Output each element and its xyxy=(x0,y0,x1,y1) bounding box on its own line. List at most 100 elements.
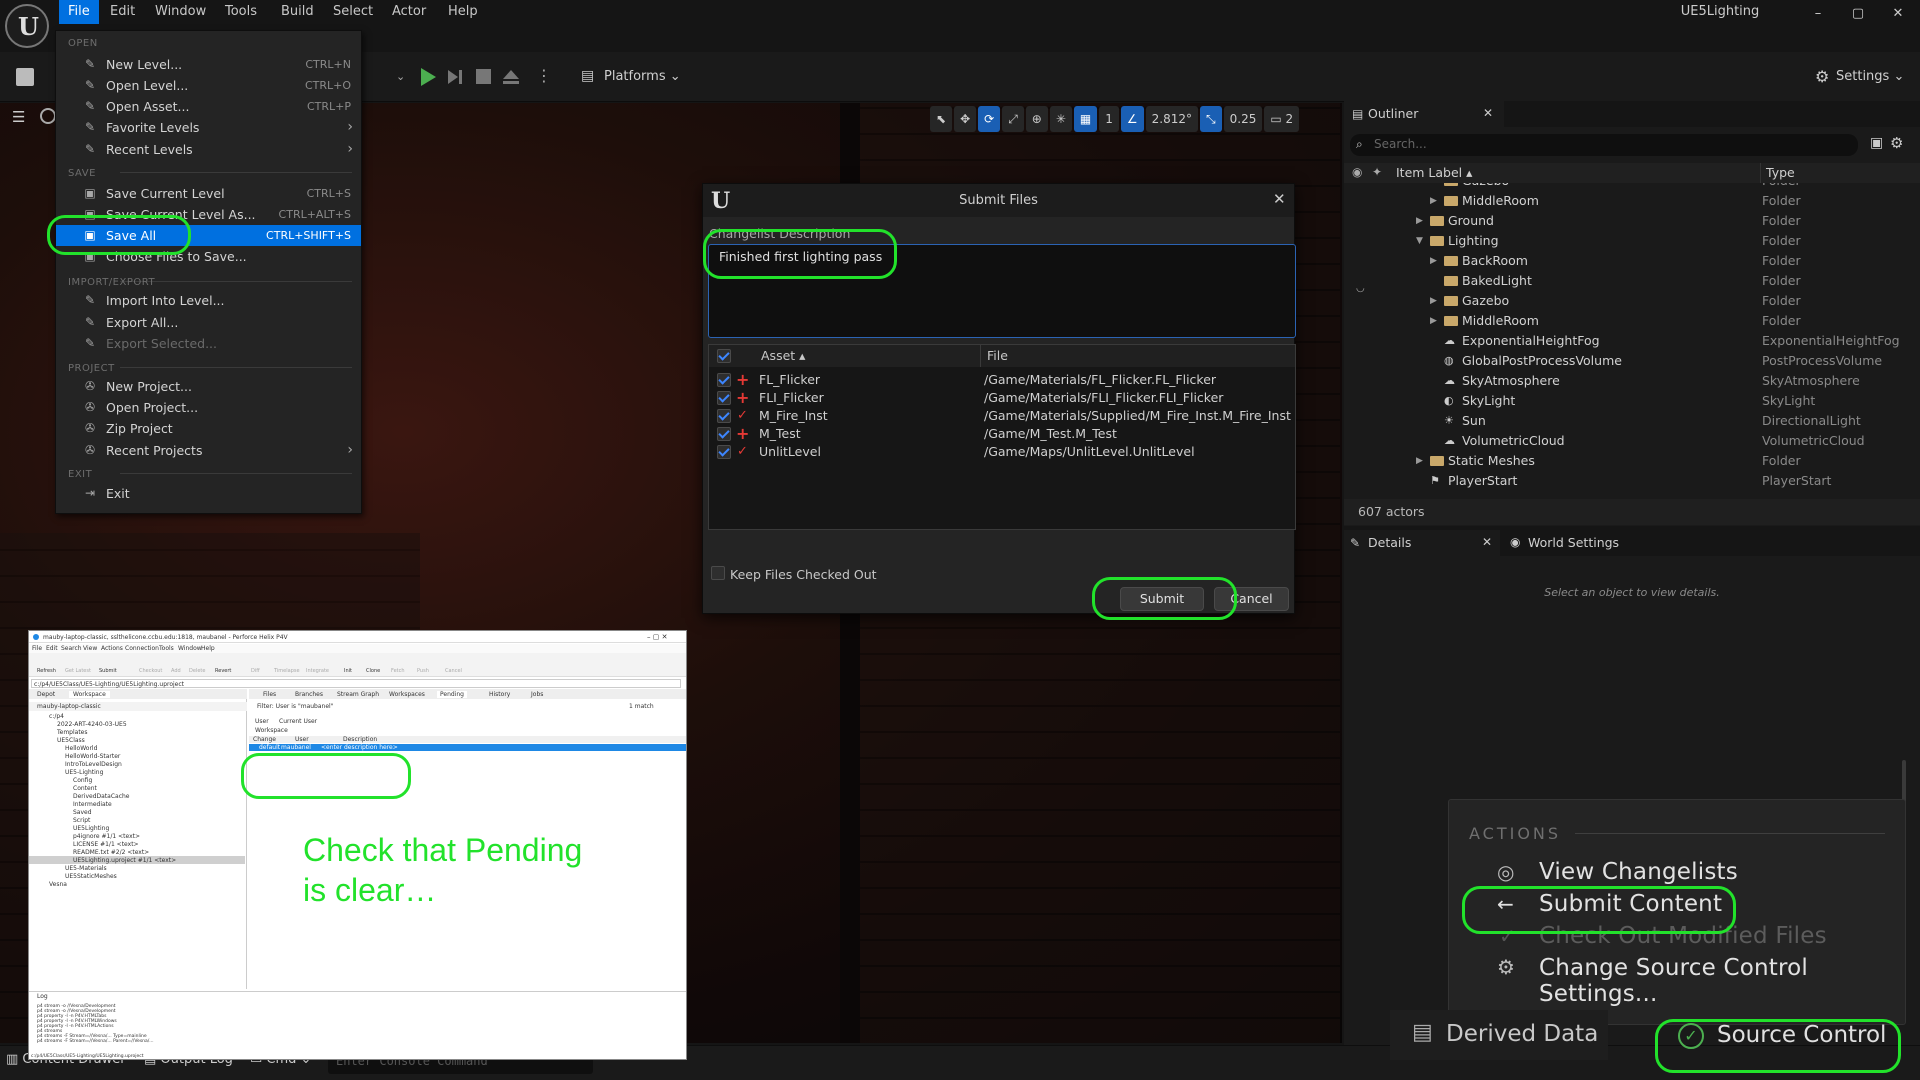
unreal-logo-icon[interactable]: U xyxy=(5,4,49,48)
tree-item[interactable]: README.txt #2/2 <text> xyxy=(73,849,149,856)
tab-outliner[interactable]: Outliner xyxy=(1344,101,1504,127)
tree-item[interactable]: 2022-ART-4240-03-UE5 xyxy=(57,721,127,728)
hamburger-icon[interactable]: ☰ xyxy=(12,108,25,126)
tree-item[interactable]: p4ignore #1/1 <text> xyxy=(73,833,140,840)
p4v-tool-label[interactable]: Diff xyxy=(251,668,260,674)
menu-window[interactable]: Window xyxy=(146,0,215,24)
close-tab-icon[interactable]: ✕ xyxy=(1482,535,1492,549)
menu-exit[interactable]: ⇥ Exit xyxy=(56,483,361,504)
list-item[interactable]: ▶ MiddleRoom Folder xyxy=(1344,191,1904,211)
visibility-eye-icon[interactable]: ◉ xyxy=(1352,165,1362,179)
p4v-menu[interactable]: Help xyxy=(201,645,215,652)
p4v-tool-label[interactable]: Cancel xyxy=(445,668,462,674)
scale-value[interactable]: 0.25 xyxy=(1223,106,1263,132)
expand-arrow-icon[interactable]: ▶ xyxy=(1416,451,1423,471)
row-checkbox[interactable] xyxy=(717,373,731,387)
tab-details[interactable]: Details xyxy=(1344,530,1500,556)
p4v-window-controls[interactable]: – ▢ ✕ xyxy=(647,633,667,641)
menu-recent-projects[interactable]: ✇ Recent Projects › xyxy=(56,440,361,461)
p4v-menu[interactable]: View xyxy=(83,645,97,652)
more-options-icon[interactable]: ⋮ xyxy=(536,66,552,85)
perspective-icon[interactable] xyxy=(40,108,56,124)
col-asset[interactable]: Asset ▴ xyxy=(759,345,806,367)
menu-actor[interactable]: Actor xyxy=(383,0,435,24)
expand-arrow-icon[interactable]: ▶ xyxy=(1430,251,1437,271)
tree-item[interactable]: IntroToLevelDesign xyxy=(65,761,122,768)
chevron-down-icon[interactable]: ⌄ xyxy=(396,70,405,83)
list-item[interactable]: ▶ Ground Folder xyxy=(1344,211,1904,231)
world-icon[interactable]: ⊕ xyxy=(1025,106,1048,132)
row-checkbox[interactable] xyxy=(717,427,731,441)
tree-item[interactable]: Script xyxy=(73,817,90,824)
list-item[interactable]: ▶ BackRoom Folder xyxy=(1344,251,1904,271)
menu-select[interactable]: Select xyxy=(324,0,382,24)
list-item[interactable]: ◐ SkyLight SkyLight xyxy=(1344,391,1904,411)
list-item[interactable]: ☁ VolumetricCloud VolumetricCloud xyxy=(1344,431,1904,451)
list-item[interactable]: ▶ Gazebo Folder xyxy=(1344,291,1904,311)
p4v-tab-pending[interactable]: Pending xyxy=(437,691,467,698)
expand-arrow-icon[interactable]: ▶ xyxy=(1416,211,1423,231)
table-row[interactable]: + FLI_Flicker /Game/Materials/FLI_Flicke… xyxy=(709,389,1295,407)
step-icon[interactable] xyxy=(446,68,464,86)
tree-item[interactable]: UE5StaticMeshes xyxy=(65,873,117,880)
p4v-tab[interactable]: Jobs xyxy=(531,691,543,698)
menu-build[interactable]: Build xyxy=(272,0,323,24)
menu-tools[interactable]: Tools xyxy=(216,0,266,24)
tree-item[interactable]: c:/p4 xyxy=(49,713,64,720)
list-item[interactable]: ⚑ PlayerStart PlayerStart xyxy=(1344,471,1904,491)
keep-checked-out-checkbox[interactable] xyxy=(711,566,725,580)
p4v-tab-workspace[interactable]: Workspace xyxy=(69,691,110,698)
action-view-changelists[interactable]: View Changelists xyxy=(1539,859,1738,885)
tree-item[interactable]: Templates xyxy=(57,729,88,736)
p4v-pending-row[interactable]: default maubanel <enter description here… xyxy=(249,744,686,751)
tab-world-settings[interactable]: World Settings xyxy=(1504,530,1674,556)
p4v-menu[interactable]: Actions xyxy=(101,645,123,652)
menu-favorite-levels[interactable]: ✎ Favorite Levels › xyxy=(56,117,361,138)
tree-item[interactable]: HelloWorld xyxy=(65,745,97,752)
list-item[interactable]: ◍ GlobalPostProcessVolume PostProcessVolum… xyxy=(1344,351,1904,371)
row-checkbox[interactable] xyxy=(717,409,731,423)
menu-open-project[interactable]: ✇ Open Project... xyxy=(56,397,361,418)
tree-item[interactable]: Intermediate xyxy=(73,801,112,808)
table-row[interactable]: + FL_Flicker /Game/Materials/FL_Flicker.… xyxy=(709,371,1295,389)
p4v-menu[interactable]: Edit xyxy=(46,645,58,652)
platforms-button[interactable]: Platforms ⌄ xyxy=(604,69,681,84)
p4v-tool-label[interactable]: Submit xyxy=(99,668,117,674)
p4v-filter[interactable]: Filter: User is "maubanel" xyxy=(257,703,333,710)
p4v-menu[interactable]: Window xyxy=(178,645,202,652)
tree-item[interactable]: UE5Lighting.uproject #1/1 <text> xyxy=(73,857,176,864)
expand-arrow-icon[interactable]: ▶ xyxy=(1430,311,1437,331)
list-item[interactable]: Gazebo Folder xyxy=(1344,183,1904,191)
menu-export-all[interactable]: ✎ Export All... xyxy=(56,312,361,333)
close-tab-icon[interactable]: ✕ xyxy=(1483,106,1493,120)
p4v-tool-label[interactable]: Revert xyxy=(215,668,231,674)
p4v-menu[interactable]: File xyxy=(32,645,42,652)
p4v-tool-label[interactable]: Push xyxy=(417,668,429,674)
p4v-tool-label[interactable]: Clone xyxy=(366,668,380,674)
menu-file[interactable]: File xyxy=(59,0,99,24)
hidden-eye-icon[interactable]: ◡ xyxy=(1356,283,1365,294)
menu-new-project[interactable]: ✇ New Project... xyxy=(56,376,361,397)
p4v-tool-label[interactable]: Refresh xyxy=(37,668,56,674)
menu-open-asset[interactable]: ✎ Open Asset... CTRL+P xyxy=(56,96,361,117)
menu-edit[interactable]: Edit xyxy=(101,0,144,24)
rotate-icon[interactable]: ⟳ xyxy=(978,106,1001,132)
tree-item[interactable]: UE5-Lighting xyxy=(65,769,103,776)
scale-snap-icon[interactable]: ⤡ xyxy=(1200,106,1222,132)
table-row[interactable]: ✓ UnlitLevel /Game/Maps/UnlitLevel.Unlit… xyxy=(709,443,1295,461)
derived-data-button[interactable]: ▤ Derived Data xyxy=(1390,1010,1608,1060)
translate-icon[interactable]: ✥ xyxy=(954,106,977,132)
tree-item[interactable]: UE5Class xyxy=(57,737,85,744)
p4v-menu[interactable]: Tools xyxy=(159,645,174,652)
col-file[interactable]: File xyxy=(987,345,1008,367)
p4v-user-value[interactable]: Current User xyxy=(279,718,317,725)
menu-recent-levels[interactable]: ✎ Recent Levels › xyxy=(56,139,361,160)
table-row[interactable]: + M_Test /Game/M_Test.M_Test xyxy=(709,425,1295,443)
tree-item[interactable]: HelloWorld-Starter xyxy=(65,753,120,760)
list-item[interactable]: ▶ Static Meshes Folder xyxy=(1344,451,1904,471)
p4v-col[interactable]: Description xyxy=(343,736,377,743)
p4v-path-field[interactable]: c:/p4/UE5Class/UE5-Lighting/UE5Lighting.… xyxy=(31,679,681,688)
save-icon[interactable] xyxy=(16,68,34,86)
tree-item[interactable]: Saved xyxy=(73,809,92,816)
close-window-button[interactable]: ✕ xyxy=(1888,6,1908,22)
